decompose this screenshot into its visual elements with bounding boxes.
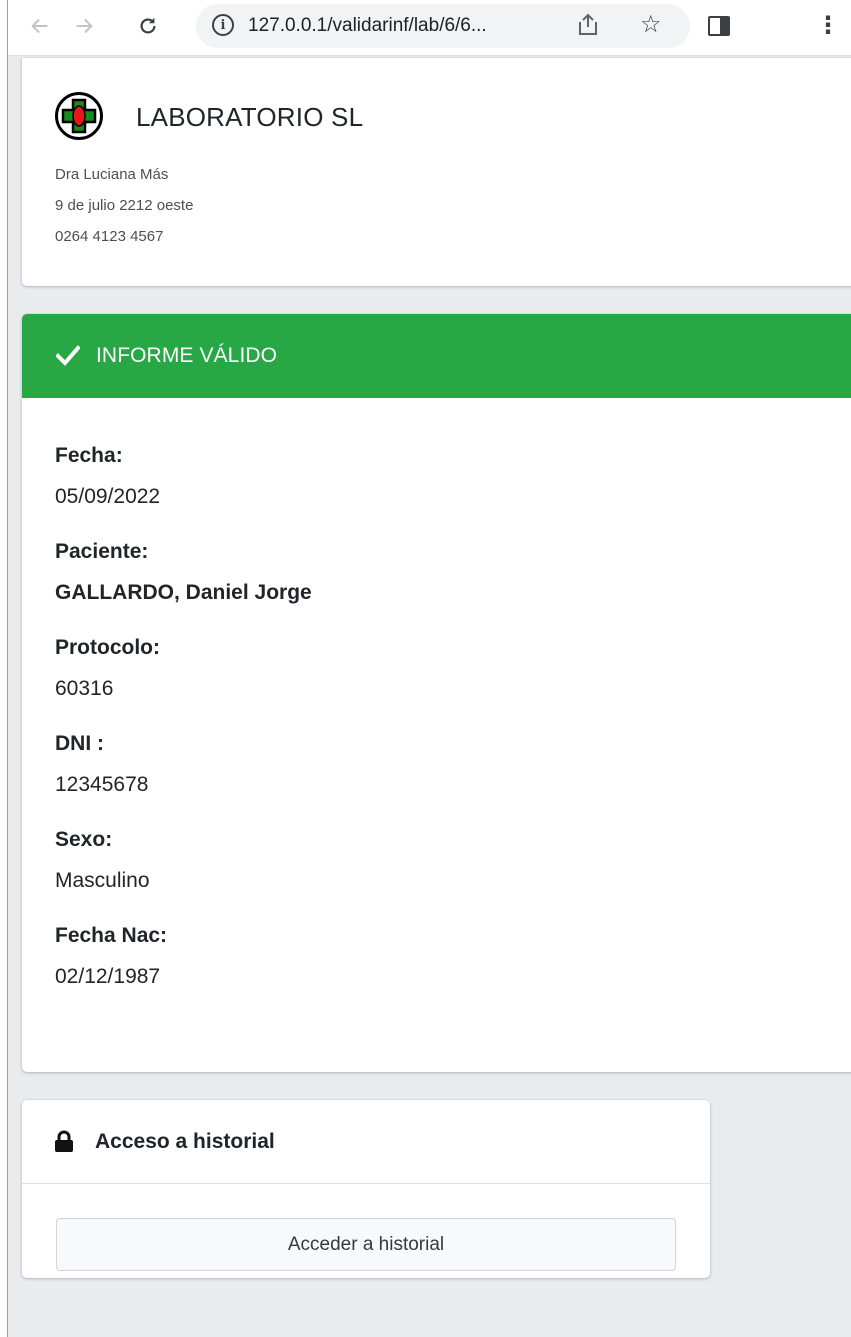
paciente-value: GALLARDO, Daniel Jorge [55,581,312,604]
info-icon[interactable]: i [212,14,234,36]
historial-title: Acceso a historial [95,1130,275,1153]
sexo-label: Sexo: [55,828,113,851]
address-bar[interactable]: i 127.0.0.1/validarinf/lab/6/6... ☆ [196,4,690,48]
sexo-value: Masculino [55,869,150,892]
lab-logo-icon [55,92,103,140]
historial-card: Acceso a historial Acceder a historial [22,1100,710,1278]
check-icon [56,345,80,366]
side-panel-icon[interactable] [708,16,730,36]
menu-icon[interactable]: ⋮ [812,10,844,42]
fecha-nac-label: Fecha Nac: [55,924,168,947]
lab-address: 9 de julio 2212 oeste [55,197,194,214]
star-icon[interactable]: ☆ [640,10,662,39]
reload-icon[interactable] [132,10,164,42]
protocolo-value: 60316 [55,677,114,700]
fecha-label: Fecha: [55,444,123,467]
forward-arrow-icon[interactable] [68,10,100,42]
url-text[interactable]: 127.0.0.1/validarinf/lab/6/6... [248,15,487,37]
browser-toolbar: i 127.0.0.1/validarinf/lab/6/6... ☆ ⋮ [8,0,851,56]
informe-status-header: INFORME VÁLIDO [22,314,851,398]
informe-status: INFORME VÁLIDO [96,344,278,367]
historial-header: Acceso a historial [22,1100,710,1184]
lab-name: LABORATORIO SL [136,102,364,132]
acceder-historial-button[interactable]: Acceder a historial [56,1218,676,1271]
share-icon[interactable] [576,12,600,43]
window-edge [0,0,8,1337]
dni-value: 12345678 [55,773,149,796]
fecha-nac-value: 02/12/1987 [55,965,161,988]
back-arrow-icon[interactable] [24,10,56,42]
lab-doctor: Dra Luciana Más [55,166,169,183]
lab-phone: 0264 4123 4567 [55,228,164,245]
lock-icon [55,1130,73,1152]
informe-card: INFORME VÁLIDO Fecha: 05/09/2022 Pacient… [22,314,851,1072]
protocolo-label: Protocolo: [55,636,160,659]
paciente-label: Paciente: [55,540,149,563]
lab-info-card: LABORATORIO SL Dra Luciana Más 9 de juli… [22,58,851,286]
fecha-value: 05/09/2022 [55,485,161,508]
dni-label: DNI : [55,732,104,755]
